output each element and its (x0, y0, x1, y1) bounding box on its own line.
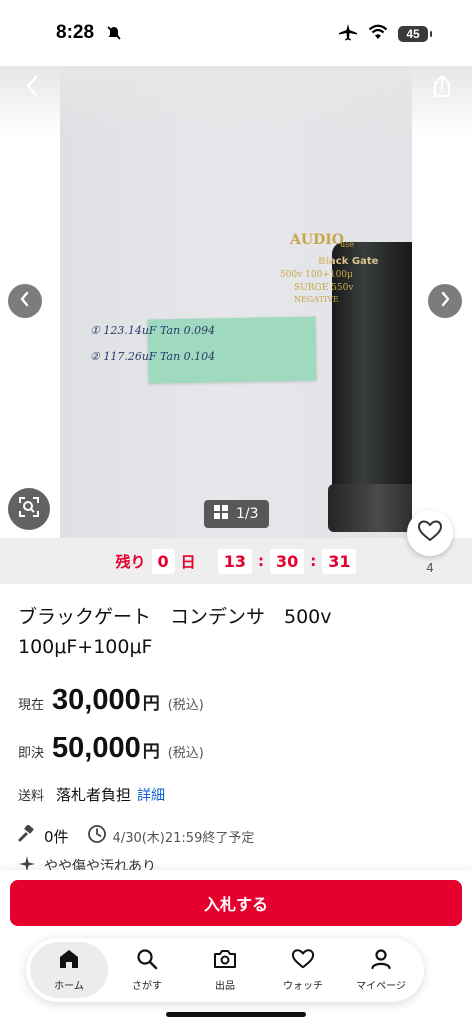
bid-button[interactable]: 入札する (10, 880, 462, 926)
tax-note: (税込) (167, 746, 204, 761)
share-icon (431, 74, 453, 102)
currency-label: 円 (142, 694, 160, 714)
tab-label: ホーム (54, 981, 84, 992)
tab-bar: ホーム さがす 出品 ウォッチ マイページ (26, 938, 424, 1002)
currency-label: 円 (142, 742, 160, 762)
clock-icon (87, 824, 107, 848)
current-price: 30,000 (52, 684, 141, 716)
buyout-price: 50,000 (52, 732, 141, 764)
tab-label: マイページ (356, 981, 406, 992)
home-icon (58, 948, 80, 974)
countdown-days: 0 (151, 548, 175, 574)
product-title: ブラックゲート コンデンサ 500v 100μF+100μF (18, 606, 332, 658)
capacitor-label-surge: SURGE 550v (294, 283, 354, 293)
share-button[interactable] (428, 72, 456, 104)
capacitor-label-use: use (340, 240, 354, 249)
back-button[interactable] (18, 72, 46, 104)
capacitor-label-rating: 500v 100+100μ (280, 270, 353, 280)
tab-home[interactable]: ホーム (30, 942, 108, 998)
grid-icon (214, 505, 228, 523)
countdown-hours: 13 (217, 548, 252, 574)
chevron-right-icon (439, 291, 451, 311)
countdown-seconds: 31 (322, 548, 357, 574)
heart-icon (291, 948, 315, 974)
buyout-price-label: 即決 (18, 746, 45, 761)
tax-note: (税込) (167, 698, 204, 713)
chevron-left-icon (19, 291, 31, 311)
bid-count: 0件 (44, 827, 69, 846)
camera-icon (213, 948, 237, 974)
product-photo[interactable] (60, 66, 412, 538)
capacitor-base (328, 484, 412, 532)
shipping-detail-link[interactable]: 詳細 (137, 785, 165, 805)
shipping-row: 送料 落札者負担 詳細 (18, 784, 165, 805)
countdown-separator: : (257, 552, 264, 570)
home-indicator (166, 1012, 306, 1017)
note-line-2: ② 117.26uF Tan 0.104 (90, 350, 216, 363)
auction-meta-row: 0件 4/30(木)21:59終了予定 (18, 824, 254, 848)
countdown-separator: : (310, 552, 317, 570)
next-image-button[interactable] (428, 284, 462, 318)
wifi-icon (368, 24, 388, 44)
tab-mypage[interactable]: マイページ (342, 942, 420, 998)
countdown-minutes: 30 (269, 548, 305, 574)
tab-watch[interactable]: ウォッチ (264, 942, 342, 998)
gavel-icon (18, 824, 38, 847)
shipping-value: 落札者負担 (56, 786, 132, 804)
heart-icon (417, 519, 443, 547)
buyout-price-row: 即決 50,000 円 (税込) (18, 732, 204, 765)
product-image-gallery[interactable] (0, 66, 472, 538)
airplane-icon (338, 23, 358, 45)
status-bar: 8:28 45 (0, 0, 472, 66)
watch-count: 4 (426, 561, 434, 575)
capacitor-label-brand: AUDIO (290, 232, 344, 248)
search-icon (136, 948, 158, 974)
chevron-left-icon (24, 74, 40, 102)
shipping-label: 送料 (18, 789, 45, 804)
current-price-label: 現在 (18, 698, 45, 713)
image-counter: 1/3 (204, 500, 269, 528)
note-line-1: ① 123.14uF Tan 0.094 (90, 324, 216, 337)
bell-mute-icon (106, 25, 122, 45)
countdown-day-label: 日 (180, 552, 196, 571)
countdown-bar: 残り 0 日 13 : 30 : 31 (0, 538, 472, 584)
tab-sell[interactable]: 出品 (186, 942, 264, 998)
tab-label: 出品 (215, 981, 235, 992)
tab-label: さがす (132, 981, 162, 992)
status-time: 8:28 (56, 22, 95, 43)
end-time: 4/30(木)21:59終了予定 (112, 830, 255, 846)
current-price-row: 現在 30,000 円 (税込) (18, 684, 204, 717)
image-top-shade (0, 66, 472, 136)
capacitor-body (332, 242, 412, 498)
person-icon (370, 948, 392, 974)
capacitor-label-polarity: NEGATIVE (294, 295, 339, 304)
tab-label: ウォッチ (283, 981, 323, 992)
watch-button[interactable] (407, 510, 453, 556)
prev-image-button[interactable] (8, 284, 42, 318)
image-search-button[interactable] (8, 488, 50, 530)
countdown-prefix: 残り (115, 552, 146, 571)
lens-search-icon (18, 496, 40, 522)
tab-search[interactable]: さがす (108, 942, 186, 998)
battery-icon: 45 (398, 26, 432, 42)
image-counter-text: 1/3 (236, 506, 259, 522)
status-icons: 45 (338, 23, 432, 45)
capacitor-label-series: Black Gate (318, 256, 379, 267)
